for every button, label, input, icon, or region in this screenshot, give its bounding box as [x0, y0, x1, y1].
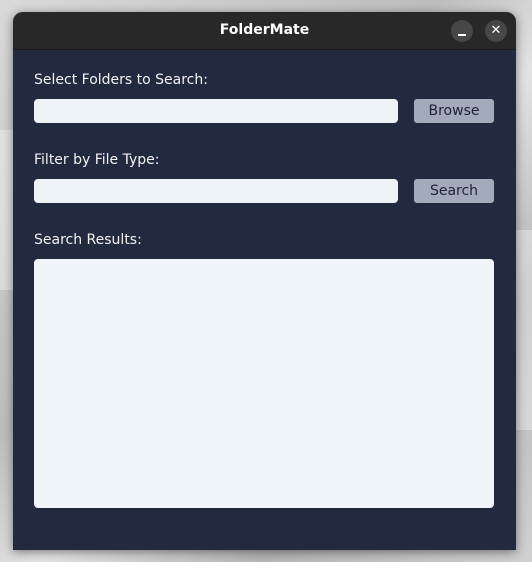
search-results-list[interactable] [34, 259, 494, 508]
browse-button[interactable]: Browse [414, 99, 494, 123]
folders-input[interactable] [34, 99, 398, 123]
window-title: FolderMate [219, 22, 310, 38]
results-label: Search Results: [34, 232, 142, 248]
close-button[interactable]: ✕ [485, 20, 507, 42]
desktop-wallpaper-shape [0, 130, 14, 290]
search-button[interactable]: Search [414, 179, 494, 203]
folders-label: Select Folders to Search: [34, 72, 208, 88]
filter-label: Filter by File Type: [34, 152, 160, 168]
file-type-input[interactable] [34, 179, 398, 203]
minimize-icon [458, 34, 466, 36]
close-icon: ✕ [490, 23, 502, 38]
title-bar[interactable]: FolderMate ✕ [13, 12, 516, 50]
app-window: FolderMate ✕ Select Folders to Search: B… [13, 12, 516, 550]
desktop-wallpaper-shape [516, 230, 532, 430]
minimize-button[interactable] [451, 20, 473, 42]
